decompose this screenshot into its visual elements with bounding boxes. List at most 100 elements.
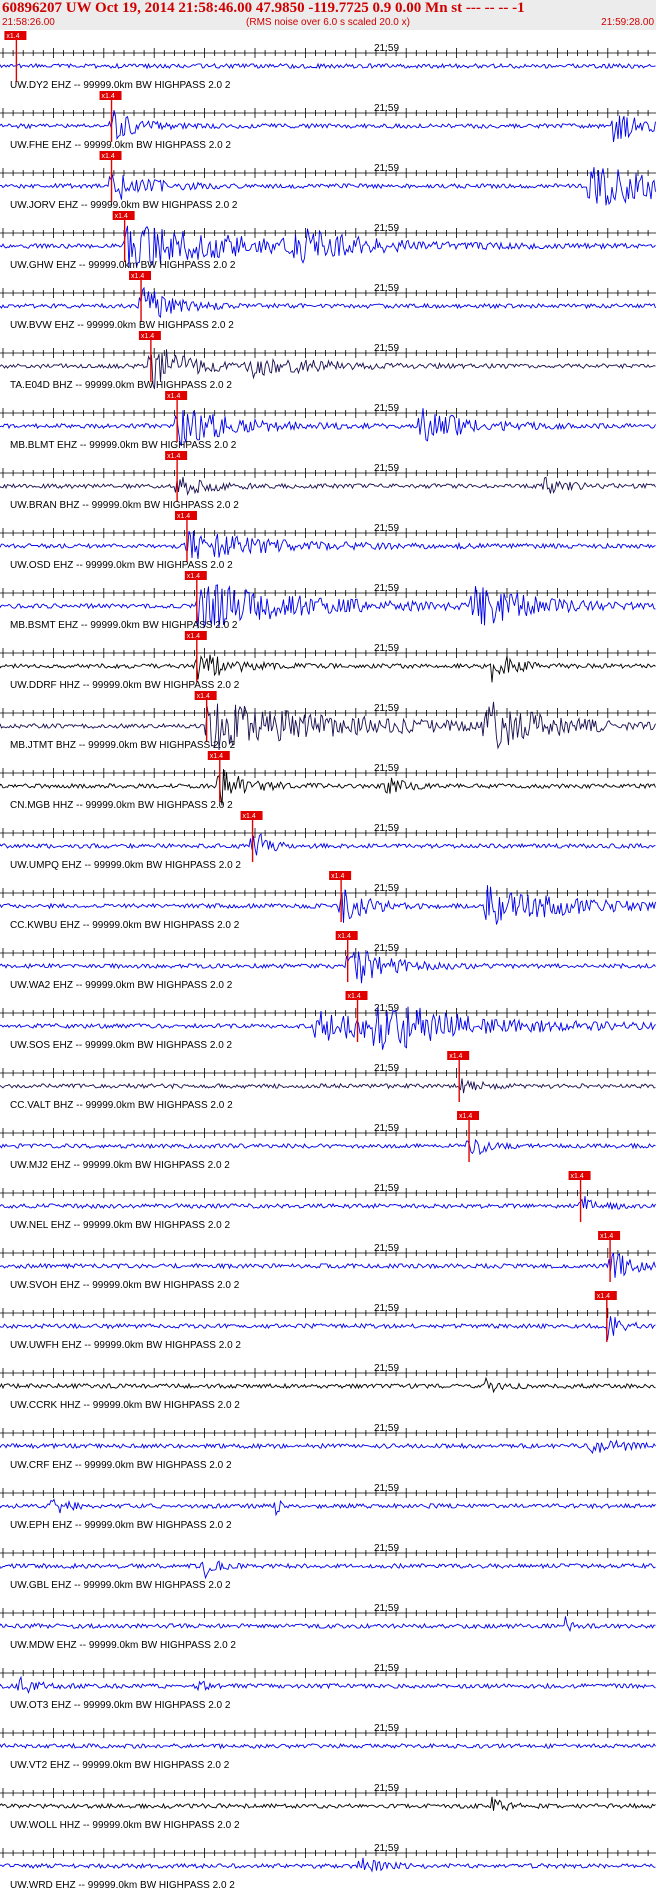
station-label: UW.NEL EHZ -- 99999.0km BW HIGHPASS 2.0 … [10, 1220, 231, 1231]
pick-label: x1.4 [6, 33, 19, 40]
minute-tick-label: 21:59 [374, 583, 399, 594]
station-label: TA.E04D BHZ -- 99999.0km BW HIGHPASS 2.0… [10, 380, 232, 391]
waveform-trace [0, 1742, 656, 1750]
waveform-trace [0, 62, 656, 70]
minute-tick-label: 21:59 [374, 883, 399, 894]
waveform-trace [0, 1196, 656, 1210]
station-label: UW.GBL EHZ -- 99999.0km BW HIGHPASS 2.0 … [10, 1580, 231, 1591]
pick-label: x1.4 [348, 993, 361, 1000]
station-label: UW.EPH EHZ -- 99999.0km BW HIGHPASS 2.0 … [10, 1520, 232, 1531]
station-label: CN.MGB HHZ -- 99999.0km BW HIGHPASS 2.0 … [10, 800, 233, 811]
waveform-trace [0, 654, 656, 683]
station-label: UW.BRAN BHZ -- 99999.0km BW HIGHPASS 2.0… [10, 500, 239, 511]
minute-tick-label: 21:59 [374, 1843, 399, 1854]
station-label: UW.VT2 EHZ -- 99999.0km BW HIGHPASS 2.0 … [10, 1760, 230, 1771]
minute-tick-label: 21:59 [374, 163, 399, 174]
waveform-trace [0, 476, 656, 496]
minute-tick-label: 21:59 [374, 1243, 399, 1254]
pick-label: x1.4 [187, 633, 200, 640]
station-label: UW.JORV EHZ -- 99999.0km BW HIGHPASS 2.0… [10, 200, 238, 211]
pick-label: x1.4 [167, 453, 180, 460]
pick-label: x1.4 [167, 393, 180, 400]
minute-tick-label: 21:59 [374, 523, 399, 534]
pick-label: x1.4 [197, 693, 210, 700]
minute-tick-label: 21:59 [374, 703, 399, 714]
waveform-trace [0, 1616, 656, 1633]
minute-tick-label: 21:59 [374, 943, 399, 954]
pick-label: x1.4 [131, 273, 144, 280]
minute-tick-label: 21:59 [374, 1723, 399, 1734]
waveform-trace [0, 1857, 656, 1873]
station-label: UW.UMPQ EHZ -- 99999.0km BW HIGHPASS 2.0… [10, 860, 241, 871]
end-time: 21:59:28.00 [601, 17, 654, 28]
station-label: UW.SVOH EHZ -- 99999.0km BW HIGHPASS 2.0… [10, 1280, 240, 1291]
station-label: UW.WRD EHZ -- 99999.0km BW HIGHPASS 2.0 … [10, 1880, 235, 1891]
station-label: UW.FHE EHZ -- 99999.0km BW HIGHPASS 2.0 … [10, 140, 231, 151]
pick-label: x1.4 [459, 1113, 472, 1120]
minute-tick-label: 21:59 [374, 283, 399, 294]
minute-tick-label: 21:59 [374, 223, 399, 234]
waveform-trace [0, 1376, 656, 1394]
station-label: UW.WOLL HHZ -- 99999.0km BW HIGHPASS 2.0… [10, 1820, 240, 1831]
minute-tick-label: 21:59 [374, 403, 399, 414]
minute-tick-label: 21:59 [374, 1483, 399, 1494]
minute-tick-label: 21:59 [374, 823, 399, 834]
station-label: UW.MJ2 EHZ -- 99999.0km BW HIGHPASS 2.0 … [10, 1160, 230, 1171]
pick-label: x1.4 [187, 573, 200, 580]
station-label: UW.WA2 EHZ -- 99999.0km BW HIGHPASS 2.0 … [10, 980, 233, 991]
event-title: 60896207 UW Oct 19, 2014 21:58:46.00 47.… [2, 0, 525, 16]
station-label: UW.OT3 EHZ -- 99999.0km BW HIGHPASS 2.0 … [10, 1700, 231, 1711]
minute-tick-label: 21:59 [374, 1423, 399, 1434]
waveform-trace [0, 1675, 656, 1695]
station-label: UW.UWFH EHZ -- 99999.0km BW HIGHPASS 2.0… [10, 1340, 241, 1351]
pick-label: x1.4 [597, 1293, 610, 1300]
pick-label: x1.4 [338, 933, 351, 940]
pick-label: x1.4 [600, 1233, 613, 1240]
minute-tick-label: 21:59 [374, 1363, 399, 1374]
station-label: UW.DDRF HHZ -- 99999.0km BW HIGHPASS 2.0… [10, 680, 240, 691]
waveform-trace [0, 1796, 656, 1812]
waveform-trace [0, 1498, 656, 1517]
minute-tick-label: 21:59 [374, 1543, 399, 1554]
minute-tick-label: 21:59 [374, 1603, 399, 1614]
minute-tick-label: 21:59 [374, 763, 399, 774]
station-label: UW.MDW EHZ -- 99999.0km BW HIGHPASS 2.0 … [10, 1640, 236, 1651]
minute-tick-label: 21:59 [374, 103, 399, 114]
minute-tick-label: 21:59 [374, 1183, 399, 1194]
pick-label: x1.4 [331, 873, 344, 880]
scaling-note: (RMS noise over 6.0 s scaled 20.0 x) [246, 17, 410, 28]
pick-label: x1.4 [571, 1173, 584, 1180]
minute-tick-label: 21:59 [374, 463, 399, 474]
minute-tick-label: 21:59 [374, 1783, 399, 1794]
station-label: UW.OSD EHZ -- 99999.0km BW HIGHPASS 2.0 … [10, 560, 233, 571]
station-label: UW.CRF EHZ -- 99999.0km BW HIGHPASS 2.0 … [10, 1460, 232, 1471]
minute-tick-label: 21:59 [374, 43, 399, 54]
station-label: UW.SOS EHZ -- 99999.0km BW HIGHPASS 2.0 … [10, 1040, 233, 1051]
waveform-trace [0, 1560, 656, 1580]
seismogram-plot: 21:59 x1.4 UW.DY2 EHZ -- 99999.0km BW HIGH… [0, 31, 656, 1891]
station-label: UW.BVW EHZ -- 99999.0km BW HIGHPASS 2.0 … [10, 320, 234, 331]
minute-tick-label: 21:59 [374, 1663, 399, 1674]
waveform-trace [0, 1138, 656, 1156]
station-label: MB.JTMT BHZ -- 99999.0km BW HIGHPASS 2.0… [10, 740, 236, 751]
pick-label: x1.4 [115, 213, 128, 220]
minute-tick-label: 21:59 [374, 1123, 399, 1134]
waveform-trace [0, 1316, 656, 1341]
pick-label: x1.4 [210, 753, 223, 760]
waveform-trace [0, 1078, 656, 1094]
pick-label: x1.4 [102, 93, 115, 100]
station-label: UW.DY2 EHZ -- 99999.0km BW HIGHPASS 2.0 … [10, 80, 231, 91]
station-label: CC.VALT BHZ -- 99999.0km BW HIGHPASS 2.0… [10, 1100, 233, 1111]
pick-label: x1.4 [449, 1053, 462, 1060]
header-bar: 60896207 UW Oct 19, 2014 21:58:46.00 47.… [0, 0, 656, 30]
station-label: MB.BSMT EHZ -- 99999.0km BW HIGHPASS 2.0… [10, 620, 238, 631]
station-label: CC.KWBU EHZ -- 99999.0km BW HIGHPASS 2.0… [10, 920, 240, 931]
pick-label: x1.4 [177, 513, 190, 520]
minute-tick-label: 21:59 [374, 1303, 399, 1314]
pick-label: x1.4 [243, 813, 256, 820]
station-label: MB.BLMT EHZ -- 99999.0km BW HIGHPASS 2.0… [10, 440, 237, 451]
minute-tick-label: 21:59 [374, 1063, 399, 1074]
waveform-trace [0, 1439, 656, 1455]
minute-tick-label: 21:59 [374, 343, 399, 354]
pick-label: x1.4 [102, 153, 115, 160]
